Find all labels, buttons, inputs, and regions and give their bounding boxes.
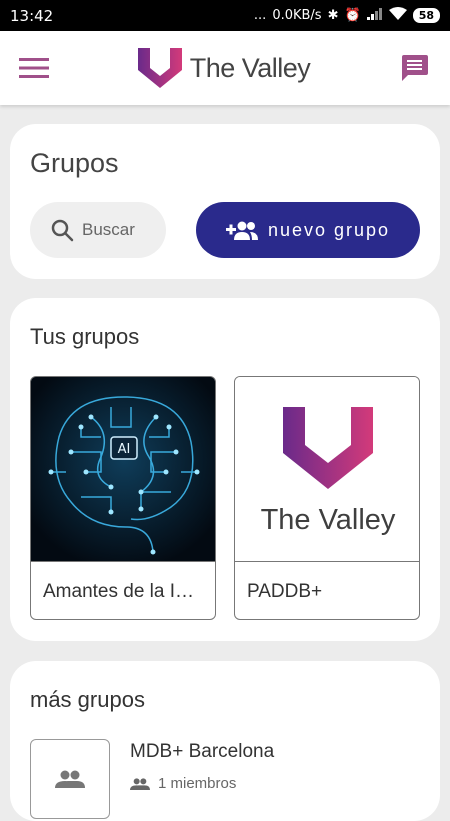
group-image: AI	[31, 377, 215, 561]
svg-text:AI: AI	[118, 442, 131, 457]
search-icon	[51, 219, 74, 242]
bluetooth-icon: ✱	[327, 8, 339, 23]
signal-icon	[366, 7, 383, 24]
new-group-label: nuevo grupo	[267, 219, 391, 240]
new-group-button[interactable]: nuevo grupo	[196, 202, 420, 258]
status-dots: ...	[253, 8, 267, 23]
status-time: 13:42	[10, 6, 54, 25]
brand-name: The Valley	[189, 52, 311, 83]
svg-text:The Valley: The Valley	[261, 504, 396, 536]
menu-button[interactable]	[16, 50, 52, 86]
hamburger-icon	[19, 58, 49, 78]
group-name[interactable]: MDB+ Barcelona	[130, 741, 274, 763]
status-icons: ... 0.0KB/s ✱ ⏰ 58	[254, 7, 440, 24]
network-speed: 0.0KB/s	[272, 8, 322, 23]
group-tile[interactable]: The Valley PADDB+	[234, 376, 420, 620]
more-groups-card: más grupos MDB+ Barcelona 1 miembros	[10, 661, 440, 821]
ai-brain-circuit-icon: AI	[31, 377, 215, 561]
member-count: 1 miembros	[130, 775, 236, 792]
alarm-icon: ⏰	[344, 8, 361, 23]
battery-indicator: 58	[412, 8, 440, 23]
more-groups-title: más grupos	[30, 687, 145, 712]
chat-icon	[402, 55, 428, 81]
search-placeholder: Buscar	[82, 220, 135, 239]
page-title: Grupos	[30, 148, 119, 178]
group-tile[interactable]: AI Amantes de la I…	[30, 376, 216, 620]
the-valley-logo-icon: The Valley	[261, 407, 396, 536]
chat-button[interactable]	[396, 50, 432, 86]
app-header: The Valley	[0, 31, 450, 105]
your-groups-title: Tus grupos	[30, 324, 140, 349]
valley-logo-icon	[137, 48, 182, 88]
status-bar: 13:42 ... 0.0KB/s ✱ ⏰ 58	[0, 0, 450, 31]
group-name: PADDB+	[235, 561, 419, 619]
search-input[interactable]: Buscar	[30, 202, 166, 258]
group-avatar[interactable]	[30, 739, 110, 819]
group-image: The Valley	[235, 377, 419, 561]
people-icon	[55, 770, 85, 788]
group-name: Amantes de la I…	[31, 561, 215, 619]
wifi-icon	[388, 7, 407, 24]
people-icon	[130, 777, 150, 790]
brand-logo[interactable]: The Valley	[137, 48, 311, 88]
add-group-icon	[225, 221, 258, 240]
your-groups-card: Tus grupos AI Amantes de la I… The Valle…	[10, 298, 440, 641]
groups-card: Grupos Buscar nuevo grupo	[10, 124, 440, 279]
